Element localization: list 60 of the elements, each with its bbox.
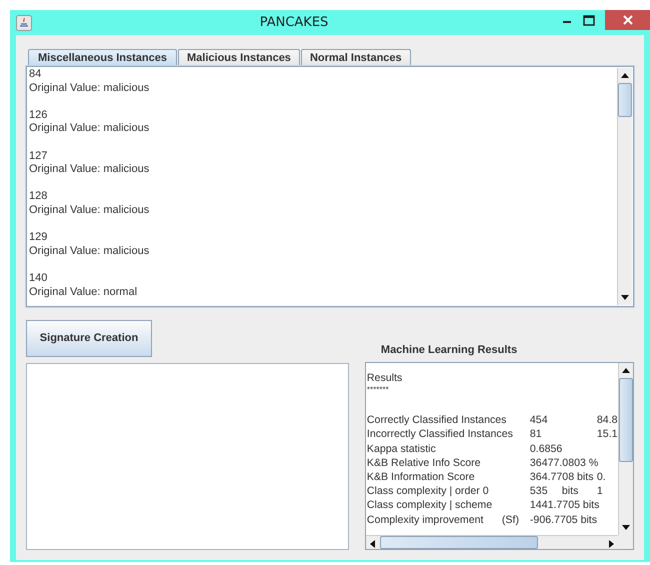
vertical-scrollbar[interactable] [618, 363, 633, 535]
results-text-area[interactable] [364, 362, 634, 550]
result-extra: 15.1 [596, 427, 618, 442]
instance-value: Original Value: malicious [29, 122, 150, 136]
results-heading: Results [366, 371, 404, 386]
result-value: 36477.0803 % [530, 456, 597, 470]
result-label: Class complexity | order 0 [366, 484, 490, 498]
signature-creation-button[interactable]: Signature Creation [26, 320, 152, 357]
close-button[interactable] [605, 10, 650, 30]
down-arrow-icon[interactable] [621, 295, 629, 300]
result-label: Complexity improvement [366, 512, 484, 527]
result-extra: 1 [596, 484, 604, 498]
instance-id: 126 [29, 108, 48, 122]
close-icon [622, 15, 632, 25]
right-arrow-icon[interactable] [608, 540, 614, 548]
result-unit: bits [562, 484, 580, 498]
tab[interactable]: Miscellaneous Instances [28, 49, 177, 66]
result-value: 81 [530, 427, 543, 442]
result-value: 535 [530, 484, 549, 498]
maximize-icon [583, 14, 595, 26]
up-arrow-icon[interactable] [621, 73, 629, 78]
result-label: K&B Information Score [366, 470, 476, 484]
left-arrow-icon[interactable] [370, 540, 376, 548]
instance-id: 128 [29, 190, 48, 204]
result-extra: 0. [596, 470, 607, 484]
result-value: 454 [530, 413, 549, 428]
result-label: Kappa statistic [366, 442, 437, 456]
instance-id: 84 [29, 68, 42, 82]
instance-id: 127 [29, 150, 48, 164]
instance-value: Original Value: malicious [29, 82, 150, 96]
result-value: 0.6856 [530, 442, 564, 456]
result-label: Correctly Classified Instances [366, 413, 508, 428]
scrollbar-thumb[interactable] [618, 83, 632, 117]
tab[interactable]: Malicious Instances [178, 49, 300, 66]
result-label: Incorrectly Classified Instances [366, 427, 514, 442]
scrollbar-thumb[interactable] [619, 378, 633, 462]
instance-value: Original Value: malicious [29, 244, 150, 258]
app-icon [16, 14, 32, 30]
results-underline: ******* [366, 385, 390, 396]
scrollbar-thumb[interactable] [380, 536, 538, 549]
result-value: -906.7705 bits [530, 512, 597, 527]
up-arrow-icon[interactable] [622, 368, 630, 373]
result-extra: 84.8 [596, 413, 618, 428]
result-value: 364.7708 bits [530, 470, 595, 484]
instance-id: 129 [29, 231, 48, 245]
horizontal-scrollbar[interactable] [366, 535, 618, 549]
results-title: Machine Learning Results [380, 343, 518, 357]
instance-value: Original Value: malicious [29, 163, 150, 177]
window-title: PANCAKES [258, 14, 330, 32]
instance-id: 140 [29, 272, 48, 286]
result-value: 1441.7705 bits [530, 498, 597, 513]
instances-text-area[interactable]: 84 Original Value: malicious 126 Original Value: malicious 127 Original Value: malicious 128 Original Value: malicious 129 Original Value: malicious 140 Original Value: normal [26, 66, 634, 307]
vertical-scrollbar[interactable] [617, 68, 632, 305]
tab[interactable]: Normal Instances [300, 49, 411, 66]
instance-value: Original Value: malicious [29, 204, 150, 218]
down-arrow-icon[interactable] [622, 525, 630, 530]
instance-value: Original Value: normal [29, 286, 138, 300]
result-label: K&B Relative Info Score [366, 456, 482, 470]
result-label: Class complexity | scheme [366, 498, 494, 513]
result-note: (Sf) [502, 512, 520, 527]
